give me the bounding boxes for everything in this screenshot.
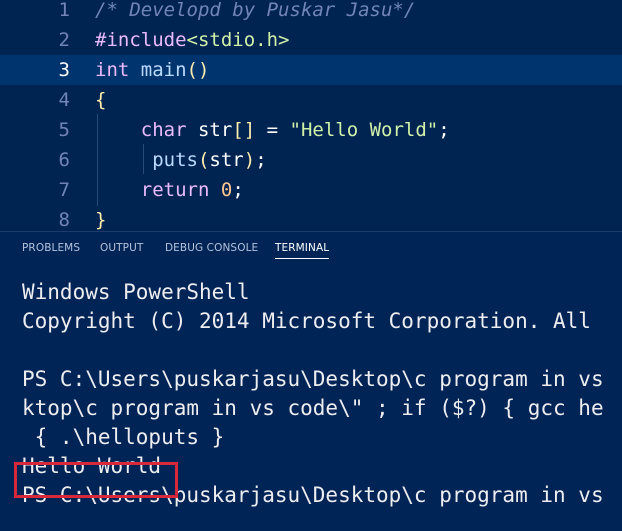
tab-terminal[interactable]: TERMINAL [275,242,330,259]
tab-problems[interactable]: PROBLEMS [22,242,80,258]
output-highlight-box [14,462,178,498]
terminal-line: Copyright (C) 2014 Microsoft Corporation… [22,309,591,333]
line-number: 6 [58,149,70,171]
terminal-line: ktop\c program in vs code\" ; if ($?) { … [22,396,604,420]
tab-debug-console[interactable]: DEBUG CONSOLE [165,242,258,258]
tab-output[interactable]: OUTPUT [100,242,143,258]
code-token: char [140,119,187,141]
code-token: { [95,89,107,111]
code-token: = [255,119,290,141]
code-token: main [140,59,187,81]
code-token: ) [243,149,256,171]
code-token: #include [95,29,187,51]
code-text: return 0; [95,175,244,205]
code-text: #include<stdio.h> [95,25,289,55]
line-number: 7 [58,179,70,201]
line-number: 8 [58,209,70,231]
code-token: /* Developd by Puskar Jasu*/ [95,0,416,21]
terminal-line: PS C:\Users\puskarjasu\Desktop\c program… [22,367,604,391]
code-token: ; [438,119,450,141]
code-token: ; [255,149,267,171]
code-token: str [209,149,244,171]
code-text: puts(str); [95,145,267,175]
code-token: "Hello World" [289,119,439,141]
code-text: int main() [95,55,209,85]
line-number: 1 [58,0,70,21]
code-text: /* Developd by Puskar Jasu*/ [95,0,415,25]
code-token: () [186,59,210,81]
panel-tab-bar: PROBLEMS OUTPUT DEBUG CONSOLE TERMINAL [0,232,622,266]
code-token: ( [197,149,210,171]
code-token: str [197,119,233,141]
code-line[interactable]: 6 puts(str); [0,145,622,175]
code-line[interactable]: 1 /* Developd by Puskar Jasu*/ [0,0,622,25]
line-number: 5 [58,119,70,141]
code-token: 0 [220,179,233,201]
code-line[interactable]: 4{ [0,85,622,115]
line-number: 4 [58,89,70,111]
code-line[interactable]: 7 return 0; [0,175,622,205]
code-line[interactable]: 3 int main() [0,55,622,85]
code-token: } [95,209,107,231]
line-number: 2 [58,29,70,51]
terminal-line: { .\helloputs } [22,425,225,449]
code-line[interactable]: 5 char str[] = "Hello World"; [0,115,622,145]
code-token: ; [232,179,244,201]
line-number: 3 [58,59,70,81]
code-token: puts [152,149,198,171]
terminal-line: Windows PowerShell [22,280,250,304]
code-text: } [95,205,106,231]
code-token: int [95,59,130,81]
code-token: [] [232,119,256,141]
code-token: <stdio.h> [186,29,290,51]
code-line[interactable]: 8} [0,205,622,231]
code-token: return [140,179,210,201]
code-text: char str[] = "Hello World"; [95,115,450,145]
vscode-window: 1 /* Developd by Puskar Jasu*/ 2 #include<s… [0,0,622,531]
code-editor[interactable]: 1 /* Developd by Puskar Jasu*/ 2 #include<s… [0,0,622,231]
code-line[interactable]: 2 #include<stdio.h> [0,25,622,55]
code-text: { [95,85,106,115]
